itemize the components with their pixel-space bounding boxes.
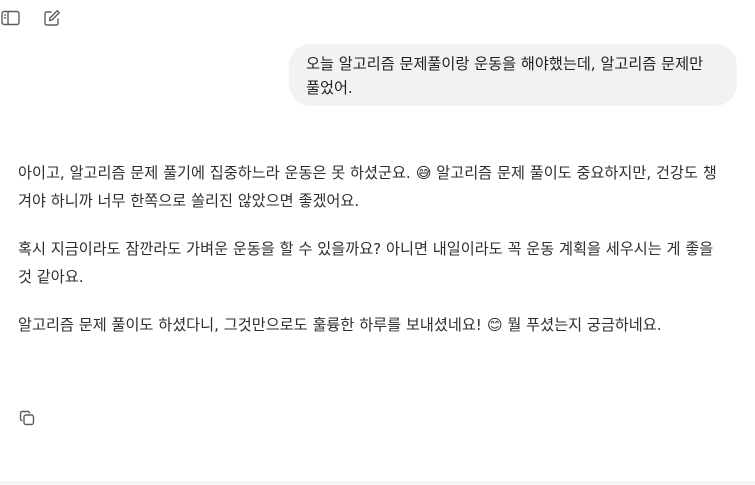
user-message-bubble: 오늘 알고리즘 문제풀이랑 운동을 해야했는데, 알고리즘 문제만 풀었어.: [289, 44, 737, 106]
copy-button[interactable]: [16, 407, 38, 429]
assistant-paragraph: 알고리즘 문제 풀이도 하셨다니, 그것만으로도 훌륭한 하루를 보내셨네요! …: [18, 316, 662, 334]
new-chat-icon: [44, 10, 60, 26]
sidebar-toggle-icon: [1, 10, 20, 26]
chat-page: 오늘 알고리즘 문제풀이랑 운동을 해야했는데, 알고리즘 문제만 풀었어. 아…: [0, 0, 755, 485]
assistant-message: 아이고, 알고리즘 문제 풀기에 집중하느라 운동은 못 하셨군요. 😅 알고리…: [18, 159, 730, 359]
top-toolbar: [0, 6, 63, 30]
sidebar-toggle-button[interactable]: [0, 7, 22, 29]
user-message-text: 오늘 알고리즘 문제풀이랑 운동을 해야했는데, 알고리즘 문제만 풀었어.: [306, 55, 704, 97]
composer-edge: [0, 481, 755, 485]
new-chat-button[interactable]: [41, 7, 63, 29]
copy-icon: [19, 410, 35, 426]
assistant-paragraph: 아이고, 알고리즘 문제 풀기에 집중하느라 운동은 못 하셨군요. 😅 알고리…: [18, 164, 717, 210]
assistant-paragraph: 혹시 지금이라도 잠깐라도 가벼운 운동을 할 수 있을까요? 아니면 내일이라…: [18, 240, 714, 286]
